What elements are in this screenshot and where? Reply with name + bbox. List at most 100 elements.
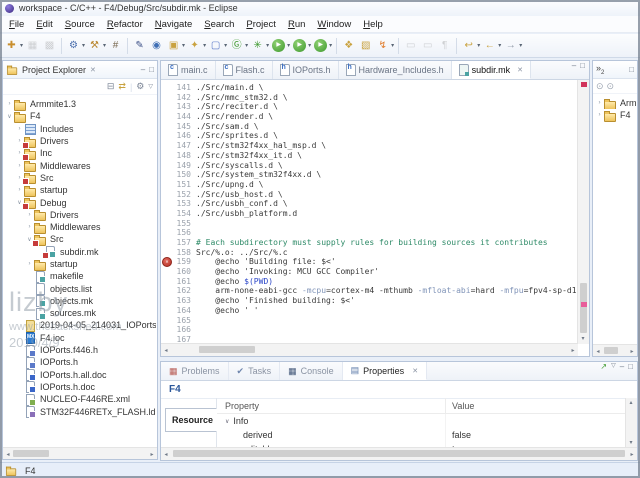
tree-item-src[interactable]: ∨Src bbox=[3, 233, 156, 245]
code-line-155[interactable]: 155 bbox=[161, 219, 578, 229]
dropdown-arrow-icon[interactable]: ▾ bbox=[103, 42, 106, 49]
view-button-icon[interactable]: ⊙ bbox=[596, 81, 604, 92]
explorer-horizontal-scrollbar[interactable]: ◂ ▸ bbox=[3, 447, 157, 459]
editor-tab-main-c[interactable]: cmain.c bbox=[161, 61, 216, 79]
code-line-159[interactable]: ✕159 @echo 'Building file: $<' bbox=[161, 257, 578, 267]
scrollbar-thumb[interactable] bbox=[604, 347, 618, 354]
dropdown-arrow-icon[interactable]: ▾ bbox=[477, 42, 480, 49]
error-icon[interactable]: ✕ bbox=[162, 257, 172, 267]
tree-item-includes[interactable]: ›Includes bbox=[3, 123, 156, 135]
code-line-147[interactable]: 147./Src/stm32f4xx_hal_msp.d \ bbox=[161, 141, 578, 151]
link-with-editor-icon[interactable]: ⇄ bbox=[118, 81, 126, 92]
tab-problems[interactable]: ▦Problems bbox=[161, 362, 229, 380]
editor-horizontal-scrollbar[interactable]: ◂ ▸ bbox=[161, 343, 578, 356]
tree-item-2019-04-05-214031-ioports-zip[interactable]: 2019-04-05_214031_IOPorts.zip bbox=[3, 319, 156, 331]
close-icon[interactable]: ✕ bbox=[90, 66, 96, 74]
menu-refactor[interactable]: Refactor bbox=[101, 18, 149, 31]
tree-item-armmite1-3[interactable]: ›Armmite1.3 bbox=[3, 98, 156, 110]
prev-annotation-button[interactable]: ▭ bbox=[419, 36, 436, 56]
column-property[interactable]: Property bbox=[217, 398, 446, 413]
new-c-project-button[interactable]: ▣▾ bbox=[165, 36, 186, 56]
dropdown-arrow-icon[interactable]: ▾ bbox=[519, 42, 522, 49]
view-button-icon[interactable]: ⊙ bbox=[607, 81, 615, 92]
minimize-button[interactable]: – bbox=[572, 61, 576, 79]
scroll-right-icon[interactable]: ▸ bbox=[147, 450, 157, 460]
maximize-button[interactable]: □ bbox=[629, 65, 634, 74]
code-line-151[interactable]: 151./Src/upng.d \ bbox=[161, 180, 578, 190]
stacked-tree-item-armmite1-3[interactable]: ›Armmite1.3 bbox=[593, 97, 637, 109]
collapsed-arrow-icon[interactable]: › bbox=[5, 101, 14, 107]
profile-button[interactable]: ▶▾ bbox=[291, 36, 312, 56]
dropdown-arrow-icon[interactable]: ▾ bbox=[245, 42, 248, 49]
open-resource-button[interactable]: ▧ bbox=[357, 36, 374, 56]
collapsed-arrow-icon[interactable]: › bbox=[25, 212, 34, 218]
menu-project[interactable]: Project bbox=[240, 18, 282, 31]
dropdown-arrow-icon[interactable]: ▾ bbox=[308, 42, 311, 49]
menu-search[interactable]: Search bbox=[198, 18, 240, 31]
code-line-162[interactable]: 162 arm-none-eabi-gcc -mcpu=cortex-m4 -m… bbox=[161, 286, 578, 296]
maximize-button[interactable]: □ bbox=[580, 61, 585, 79]
new-file-button[interactable]: ▢▾ bbox=[207, 36, 228, 56]
scrollbar-thumb[interactable] bbox=[13, 450, 49, 457]
tree-item-startup[interactable]: ›startup bbox=[3, 258, 156, 270]
close-icon[interactable]: ✕ bbox=[517, 66, 523, 74]
code-line-154[interactable]: 154./Src/usbh_platform.d bbox=[161, 209, 578, 219]
scroll-up-icon[interactable]: ▴ bbox=[626, 398, 636, 408]
tree-item-ioports-h-doc[interactable]: IOPorts.h.doc bbox=[3, 381, 156, 393]
collapsed-arrow-icon[interactable]: › bbox=[595, 100, 604, 106]
minimize-button[interactable]: – bbox=[141, 65, 145, 74]
scrollbar-thumb[interactable] bbox=[173, 450, 625, 457]
dropdown-arrow-icon[interactable]: ▾ bbox=[203, 42, 206, 49]
code-line-142[interactable]: 142./Src/mmc_stm32.d \ bbox=[161, 93, 578, 103]
code-editor[interactable]: 141./Src/main.d \142./Src/mmc_stm32.d \1… bbox=[161, 80, 578, 344]
collapsed-arrow-icon[interactable]: › bbox=[15, 163, 24, 169]
editor-tab-flash-c[interactable]: cFlash.c bbox=[216, 61, 273, 79]
forward-button[interactable]: →▾ bbox=[502, 36, 523, 56]
maximize-button[interactable]: □ bbox=[149, 65, 154, 74]
dropdown-arrow-icon[interactable]: ▾ bbox=[287, 42, 290, 49]
view-menu-icon[interactable]: ▽ bbox=[611, 362, 616, 380]
properties-horizontal-scrollbar[interactable]: ◂ ▸ bbox=[161, 447, 637, 460]
code-line-156[interactable]: 156 bbox=[161, 228, 578, 238]
back-button[interactable]: ←▾ bbox=[481, 36, 502, 56]
new-class-button[interactable]: ✦▾ bbox=[186, 36, 207, 56]
editor-tab-ioports-h[interactable]: hIOPorts.h bbox=[273, 61, 339, 79]
stacked-horizontal-scrollbar[interactable]: ◂ ▸ bbox=[593, 344, 637, 356]
generate-code-button[interactable]: Ⓖ▾ bbox=[228, 36, 249, 56]
debug-button[interactable]: ✳▾ bbox=[249, 36, 270, 56]
editor-tab-hardware-includes-h[interactable]: hHardware_Includes.h bbox=[339, 61, 452, 79]
dropdown-arrow-icon[interactable]: ▾ bbox=[498, 42, 501, 49]
scroll-right-icon[interactable]: ▸ bbox=[627, 450, 637, 460]
menu-window[interactable]: Window bbox=[311, 18, 357, 31]
code-line-158[interactable]: 158Src/%.o: ../Src/%.c bbox=[161, 248, 578, 258]
tab-console[interactable]: ▦Console bbox=[280, 362, 343, 380]
stacked-tree-item-f4[interactable]: ›F4 bbox=[593, 109, 637, 121]
dropdown-arrow-icon[interactable]: ▾ bbox=[20, 42, 23, 49]
menu-navigate[interactable]: Navigate bbox=[149, 18, 199, 31]
menu-run[interactable]: Run bbox=[282, 18, 311, 31]
scroll-left-icon[interactable]: ◂ bbox=[593, 347, 603, 357]
collapse-all-icon[interactable]: ⊟ bbox=[107, 81, 115, 92]
pin-editor-button[interactable]: ¶ bbox=[436, 36, 453, 56]
tree-item-objects-mk[interactable]: objects.mk bbox=[3, 295, 156, 307]
save-button[interactable]: ▦ bbox=[24, 36, 41, 56]
tree-item-src[interactable]: ›Src bbox=[3, 172, 156, 184]
dropdown-arrow-icon[interactable]: ▾ bbox=[224, 42, 227, 49]
code-line-161[interactable]: 161 @echo $(PWD) bbox=[161, 277, 578, 287]
view-menu-icon[interactable]: ▽ bbox=[148, 83, 153, 90]
collapsed-arrow-icon[interactable]: › bbox=[15, 126, 24, 132]
binary-console-button[interactable]: # bbox=[107, 36, 124, 56]
collapsed-arrow-icon[interactable]: › bbox=[595, 112, 604, 118]
dropdown-arrow-icon[interactable]: ▾ bbox=[266, 42, 269, 49]
maximize-button[interactable]: □ bbox=[628, 362, 633, 380]
code-line-148[interactable]: 148./Src/stm32f4xx_it.d \ bbox=[161, 151, 578, 161]
menu-file[interactable]: File bbox=[3, 18, 30, 31]
expanded-arrow-icon[interactable]: ∨ bbox=[5, 113, 14, 120]
menu-help[interactable]: Help bbox=[357, 18, 389, 31]
property-row-derived[interactable]: derivedfalse bbox=[217, 428, 626, 442]
property-row-info[interactable]: ∨Info bbox=[217, 414, 626, 428]
tree-item-stm32f446retx-flash-ld[interactable]: STM32F446RETx_FLASH.ld bbox=[3, 405, 156, 417]
scroll-left-icon[interactable]: ◂ bbox=[161, 450, 171, 460]
chevron-down-icon[interactable]: ∨ bbox=[225, 418, 229, 425]
tree-item-sources-mk[interactable]: sources.mk bbox=[3, 307, 156, 319]
